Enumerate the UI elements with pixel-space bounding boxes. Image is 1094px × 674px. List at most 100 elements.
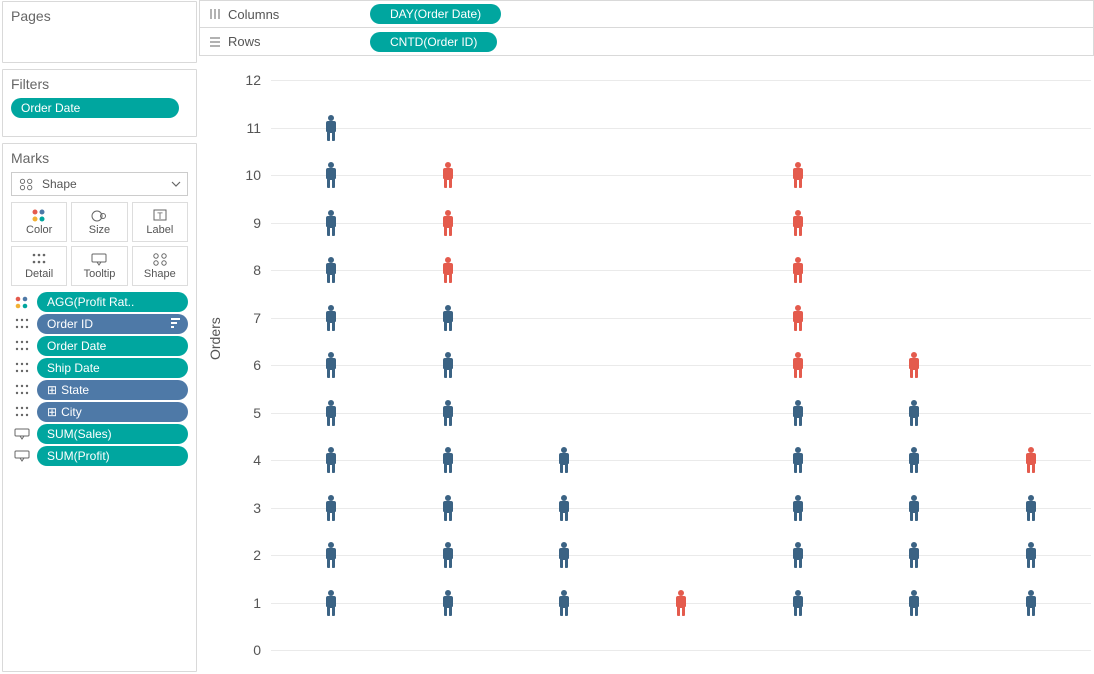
mark-pill[interactable]: SUM(Sales)	[37, 424, 188, 444]
mark-pill[interactable]: Ship Date	[37, 358, 188, 378]
gridline	[271, 80, 1091, 81]
detail-icon	[11, 339, 33, 353]
data-point-person[interactable]	[789, 494, 807, 522]
y-tick: 7	[253, 310, 271, 326]
data-point-person[interactable]	[322, 589, 340, 617]
pages-shelf[interactable]: Pages	[2, 1, 197, 63]
columns-shelf[interactable]: Columns DAY(Order Date)	[199, 0, 1094, 28]
marks-label-button[interactable]: T Label	[132, 202, 188, 242]
data-point-person[interactable]	[905, 589, 923, 617]
data-point-person[interactable]	[905, 494, 923, 522]
data-point-person[interactable]	[789, 161, 807, 189]
data-point-person[interactable]	[789, 541, 807, 569]
data-point-person[interactable]	[439, 351, 457, 379]
mark-pill-row[interactable]: SUM(Sales)	[11, 424, 188, 444]
filter-pill-order-date[interactable]: Order Date	[11, 98, 179, 118]
gridline	[271, 270, 1091, 271]
data-point-person[interactable]	[322, 209, 340, 237]
pages-title: Pages	[11, 8, 188, 24]
marks-detail-button[interactable]: Detail	[11, 246, 67, 286]
data-point-person[interactable]	[322, 399, 340, 427]
size-icon	[90, 208, 108, 222]
x-tick: 12/26	[546, 650, 584, 674]
x-tick: 12/30	[1012, 650, 1050, 674]
x-tick: 12/28	[779, 650, 817, 674]
gridline	[271, 128, 1091, 129]
data-point-person[interactable]	[439, 446, 457, 474]
data-point-person[interactable]	[322, 446, 340, 474]
mark-pill[interactable]: ⊞State	[37, 380, 188, 400]
data-point-person[interactable]	[1022, 446, 1040, 474]
gridline	[271, 555, 1091, 556]
shape-icon	[18, 177, 36, 191]
data-point-person[interactable]	[905, 399, 923, 427]
marks-tooltip-button[interactable]: Tooltip	[71, 246, 127, 286]
marks-color-button[interactable]: Color	[11, 202, 67, 242]
data-point-person[interactable]	[439, 589, 457, 617]
data-point-person[interactable]	[322, 494, 340, 522]
data-point-person[interactable]	[439, 494, 457, 522]
data-point-person[interactable]	[1022, 589, 1040, 617]
data-point-person[interactable]	[789, 399, 807, 427]
data-point-person[interactable]	[905, 446, 923, 474]
data-point-person[interactable]	[555, 446, 573, 474]
data-point-person[interactable]	[322, 161, 340, 189]
mark-pill[interactable]: AGG(Profit Rat..	[37, 292, 188, 312]
color-icon	[30, 208, 48, 222]
rows-icon	[208, 35, 222, 49]
data-point-person[interactable]	[322, 114, 340, 142]
y-tick: 12	[245, 72, 271, 88]
data-point-person[interactable]	[789, 209, 807, 237]
data-point-person[interactable]	[555, 494, 573, 522]
data-point-person[interactable]	[555, 589, 573, 617]
mark-pill-row[interactable]: ⊞State	[11, 380, 188, 400]
gridline	[271, 175, 1091, 176]
tooltip-icon	[11, 427, 33, 441]
detail-icon	[11, 383, 33, 397]
data-point-person[interactable]	[322, 256, 340, 284]
data-point-person[interactable]	[439, 399, 457, 427]
rows-pill[interactable]: CNTD(Order ID)	[370, 32, 497, 52]
mark-pill-row[interactable]: Order ID	[11, 314, 188, 334]
data-point-person[interactable]	[1022, 541, 1040, 569]
data-point-person[interactable]	[1022, 494, 1040, 522]
data-point-person[interactable]	[789, 446, 807, 474]
columns-icon	[208, 7, 222, 21]
svg-text:T: T	[157, 211, 163, 221]
data-point-person[interactable]	[322, 541, 340, 569]
data-point-person[interactable]	[672, 589, 690, 617]
marks-shape-button[interactable]: Shape	[132, 246, 188, 286]
mark-pill[interactable]: Order Date	[37, 336, 188, 356]
data-point-person[interactable]	[439, 256, 457, 284]
data-point-person[interactable]	[789, 256, 807, 284]
mark-pill-row[interactable]: Order Date	[11, 336, 188, 356]
mark-pill-row[interactable]: AGG(Profit Rat..	[11, 292, 188, 312]
filters-title: Filters	[11, 76, 188, 92]
marks-size-button[interactable]: Size	[71, 202, 127, 242]
data-point-person[interactable]	[789, 589, 807, 617]
data-point-person[interactable]	[439, 161, 457, 189]
rows-shelf[interactable]: Rows CNTD(Order ID)	[199, 28, 1094, 56]
data-point-person[interactable]	[789, 304, 807, 332]
data-point-person[interactable]	[555, 541, 573, 569]
mark-pill[interactable]: SUM(Profit)	[37, 446, 188, 466]
data-point-person[interactable]	[905, 351, 923, 379]
marks-type-select[interactable]: Shape	[11, 172, 188, 196]
data-point-person[interactable]	[322, 351, 340, 379]
filters-shelf[interactable]: Filters Order Date	[2, 69, 197, 137]
data-point-person[interactable]	[439, 304, 457, 332]
data-point-person[interactable]	[322, 304, 340, 332]
columns-pill[interactable]: DAY(Order Date)	[370, 4, 501, 24]
data-point-person[interactable]	[905, 541, 923, 569]
mark-pill[interactable]: ⊞City	[37, 402, 188, 422]
mark-pill[interactable]: Order ID	[37, 314, 188, 334]
y-tick: 5	[253, 405, 271, 421]
mark-pill-row[interactable]: ⊞City	[11, 402, 188, 422]
data-point-person[interactable]	[789, 351, 807, 379]
gridline	[271, 318, 1091, 319]
gridline	[271, 508, 1091, 509]
mark-pill-row[interactable]: SUM(Profit)	[11, 446, 188, 466]
data-point-person[interactable]	[439, 541, 457, 569]
data-point-person[interactable]	[439, 209, 457, 237]
mark-pill-row[interactable]: Ship Date	[11, 358, 188, 378]
